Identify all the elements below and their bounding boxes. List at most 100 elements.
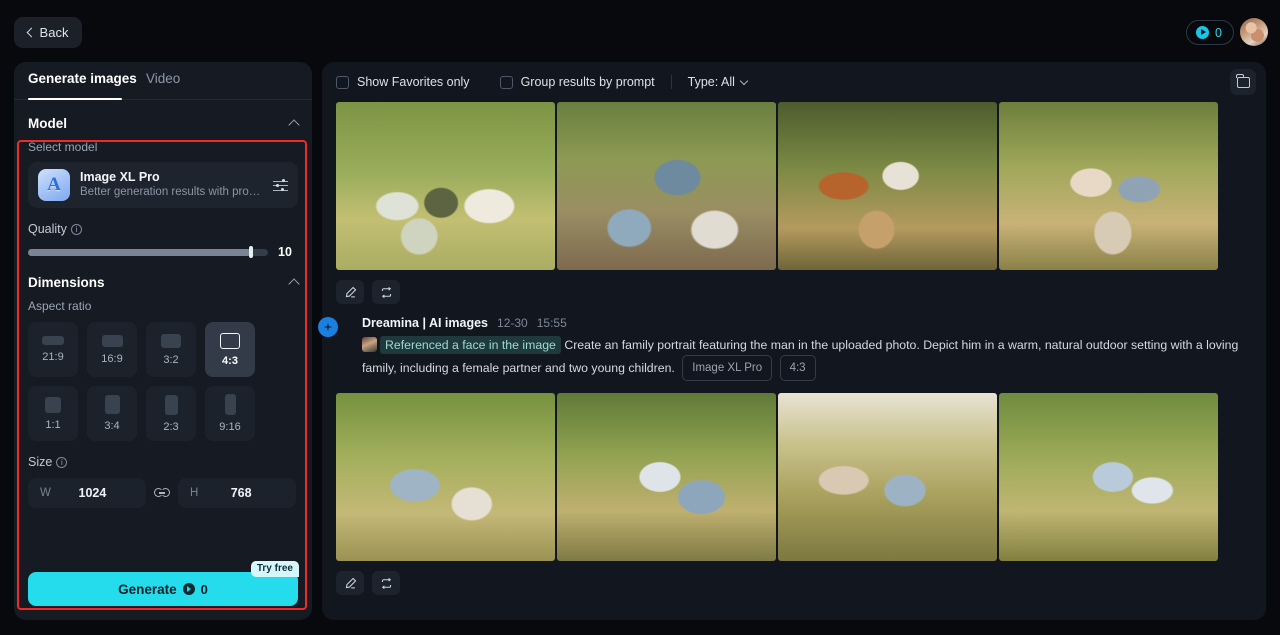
regenerate-button[interactable]: [372, 280, 400, 304]
aspect-ratio-3-4[interactable]: 3:4: [87, 386, 137, 441]
tab-generate-images[interactable]: Generate images: [28, 71, 137, 86]
aspect-ratio-2-3[interactable]: 2:3: [146, 386, 196, 441]
sliders-icon[interactable]: [273, 179, 288, 192]
model-logo-icon: A: [38, 169, 70, 201]
results-panel: Show Favorites only Group results by pro…: [318, 62, 1266, 620]
size-label: Size: [28, 455, 53, 469]
generated-image[interactable]: [336, 102, 555, 270]
try-free-badge: Try free: [250, 561, 299, 577]
reference-thumbnail[interactable]: [362, 337, 377, 352]
aspect-ratio-grid: 21:9 16:9 3:2 4:3 1:1 3:4 2:3 9:16: [14, 322, 312, 441]
generated-image[interactable]: [999, 393, 1218, 561]
aspect-ratio-shape: [220, 332, 240, 349]
folder-button[interactable]: [1230, 69, 1256, 95]
link-icon[interactable]: [154, 487, 170, 499]
type-dropdown[interactable]: Type: All: [687, 75, 749, 89]
aspect-ratio-shape: [224, 394, 236, 415]
size-label-row: Size i: [14, 455, 312, 469]
aspect-ratio-shape: [42, 336, 64, 345]
tab-video[interactable]: Video: [146, 71, 180, 86]
pencil-icon: [345, 577, 356, 588]
dimensions-section-title: Dimensions: [28, 274, 105, 290]
prompt-block: Dreamina | AI images 12-30 15:55 Referen…: [318, 316, 1266, 381]
aspect-ratio-9-16[interactable]: 9:16: [205, 386, 255, 441]
filter-bar: Show Favorites only Group results by pro…: [322, 62, 1266, 102]
favorites-checkbox[interactable]: [336, 75, 349, 89]
generated-image[interactable]: [999, 102, 1218, 270]
quality-slider[interactable]: [28, 246, 268, 258]
generated-image[interactable]: [778, 393, 997, 561]
generate-button[interactable]: Generate 0 Try free: [28, 561, 299, 606]
height-field[interactable]: H 768: [178, 478, 296, 508]
aspect-ratio-shape: [45, 396, 61, 413]
ratio-chip: 4:3: [779, 355, 816, 381]
coin-icon: [182, 583, 195, 595]
height-key: H: [190, 487, 199, 499]
aspect-ratio-16-9[interactable]: 16:9: [87, 322, 137, 377]
aspect-ratio-shape: [161, 333, 181, 348]
loop-icon: [381, 577, 391, 589]
aspect-ratio-label: 9:16: [219, 421, 241, 433]
regenerate-button[interactable]: [372, 571, 400, 595]
aspect-ratio-4-3[interactable]: 4:3: [205, 322, 255, 377]
generate-area: Generate 0 Try free: [28, 561, 299, 606]
credits-badge[interactable]: 0: [1186, 20, 1234, 45]
chevron-up-icon[interactable]: [288, 119, 300, 131]
result-row: [322, 393, 1266, 561]
quality-value: 10: [278, 245, 292, 259]
dimensions-section-header: Dimensions: [14, 267, 312, 297]
favorites-label: Show Favorites only: [357, 75, 470, 89]
aspect-ratio-label: 16:9: [101, 352, 123, 365]
width-value: 1024: [78, 486, 107, 500]
height-value: 768: [230, 486, 252, 500]
model-section-header: Model: [14, 108, 312, 138]
quality-slider-knob[interactable]: [249, 246, 254, 258]
aspect-ratio-label: 21:9: [42, 351, 64, 363]
aspect-ratio-21-9[interactable]: 21:9: [28, 322, 78, 377]
aspect-ratio-shape: [101, 334, 123, 347]
coin-icon: [1196, 26, 1210, 39]
prompt-header: Dreamina | AI images 12-30 15:55: [362, 316, 1252, 330]
model-chip: Image XL Pro: [682, 355, 773, 381]
generated-image[interactable]: [336, 393, 555, 561]
aspect-ratio-label: Aspect ratio: [28, 299, 92, 313]
generated-image[interactable]: [557, 102, 776, 270]
prompt-time: 15:55: [536, 316, 567, 330]
back-button[interactable]: Back: [14, 17, 82, 48]
result-actions: [322, 280, 1266, 304]
aspect-ratio-label: 2:3: [163, 420, 179, 433]
tab-active-underline: [28, 98, 122, 100]
quality-slider-row: 10: [14, 245, 312, 259]
aspect-ratio-3-2[interactable]: 3:2: [146, 322, 196, 377]
select-model-label: Select model: [28, 140, 98, 154]
back-label: Back: [39, 25, 69, 40]
width-field[interactable]: W 1024: [28, 478, 146, 508]
prompt-text-area: Referenced a face in the image Create an…: [362, 335, 1252, 381]
aspect-ratio-label: 3:2: [163, 353, 179, 366]
avatar[interactable]: [1240, 18, 1268, 46]
generate-label: Generate: [118, 581, 177, 597]
size-inputs: W 1024 H 768: [14, 478, 312, 508]
model-card[interactable]: A Image XL Pro Better generation results…: [28, 162, 298, 208]
quality-slider-fill: [28, 248, 252, 256]
group-checkbox[interactable]: [499, 75, 513, 89]
edit-button[interactable]: [336, 280, 364, 304]
result-row: [322, 102, 1266, 270]
info-icon[interactable]: i: [70, 223, 82, 235]
info-icon[interactable]: i: [56, 456, 68, 468]
chevron-up-icon[interactable]: [288, 278, 300, 290]
generation-settings-panel: Generate images Video Model Select model…: [14, 62, 312, 620]
favorites-filter[interactable]: Show Favorites only: [336, 75, 470, 89]
group-filter[interactable]: Group results by prompt: [499, 75, 655, 89]
generated-image[interactable]: [778, 102, 997, 270]
aspect-ratio-label: 3:4: [104, 420, 120, 432]
quality-label: Quality: [28, 222, 67, 236]
generated-image[interactable]: [557, 393, 776, 561]
credits-count: 0: [1215, 25, 1222, 40]
aspect-ratio-label: 4:3: [222, 354, 238, 367]
pencil-icon: [345, 286, 356, 297]
type-label: Type: All: [687, 75, 735, 89]
edit-button[interactable]: [336, 571, 364, 595]
aspect-ratio-label: 1:1: [45, 418, 61, 431]
aspect-ratio-1-1[interactable]: 1:1: [28, 386, 78, 441]
